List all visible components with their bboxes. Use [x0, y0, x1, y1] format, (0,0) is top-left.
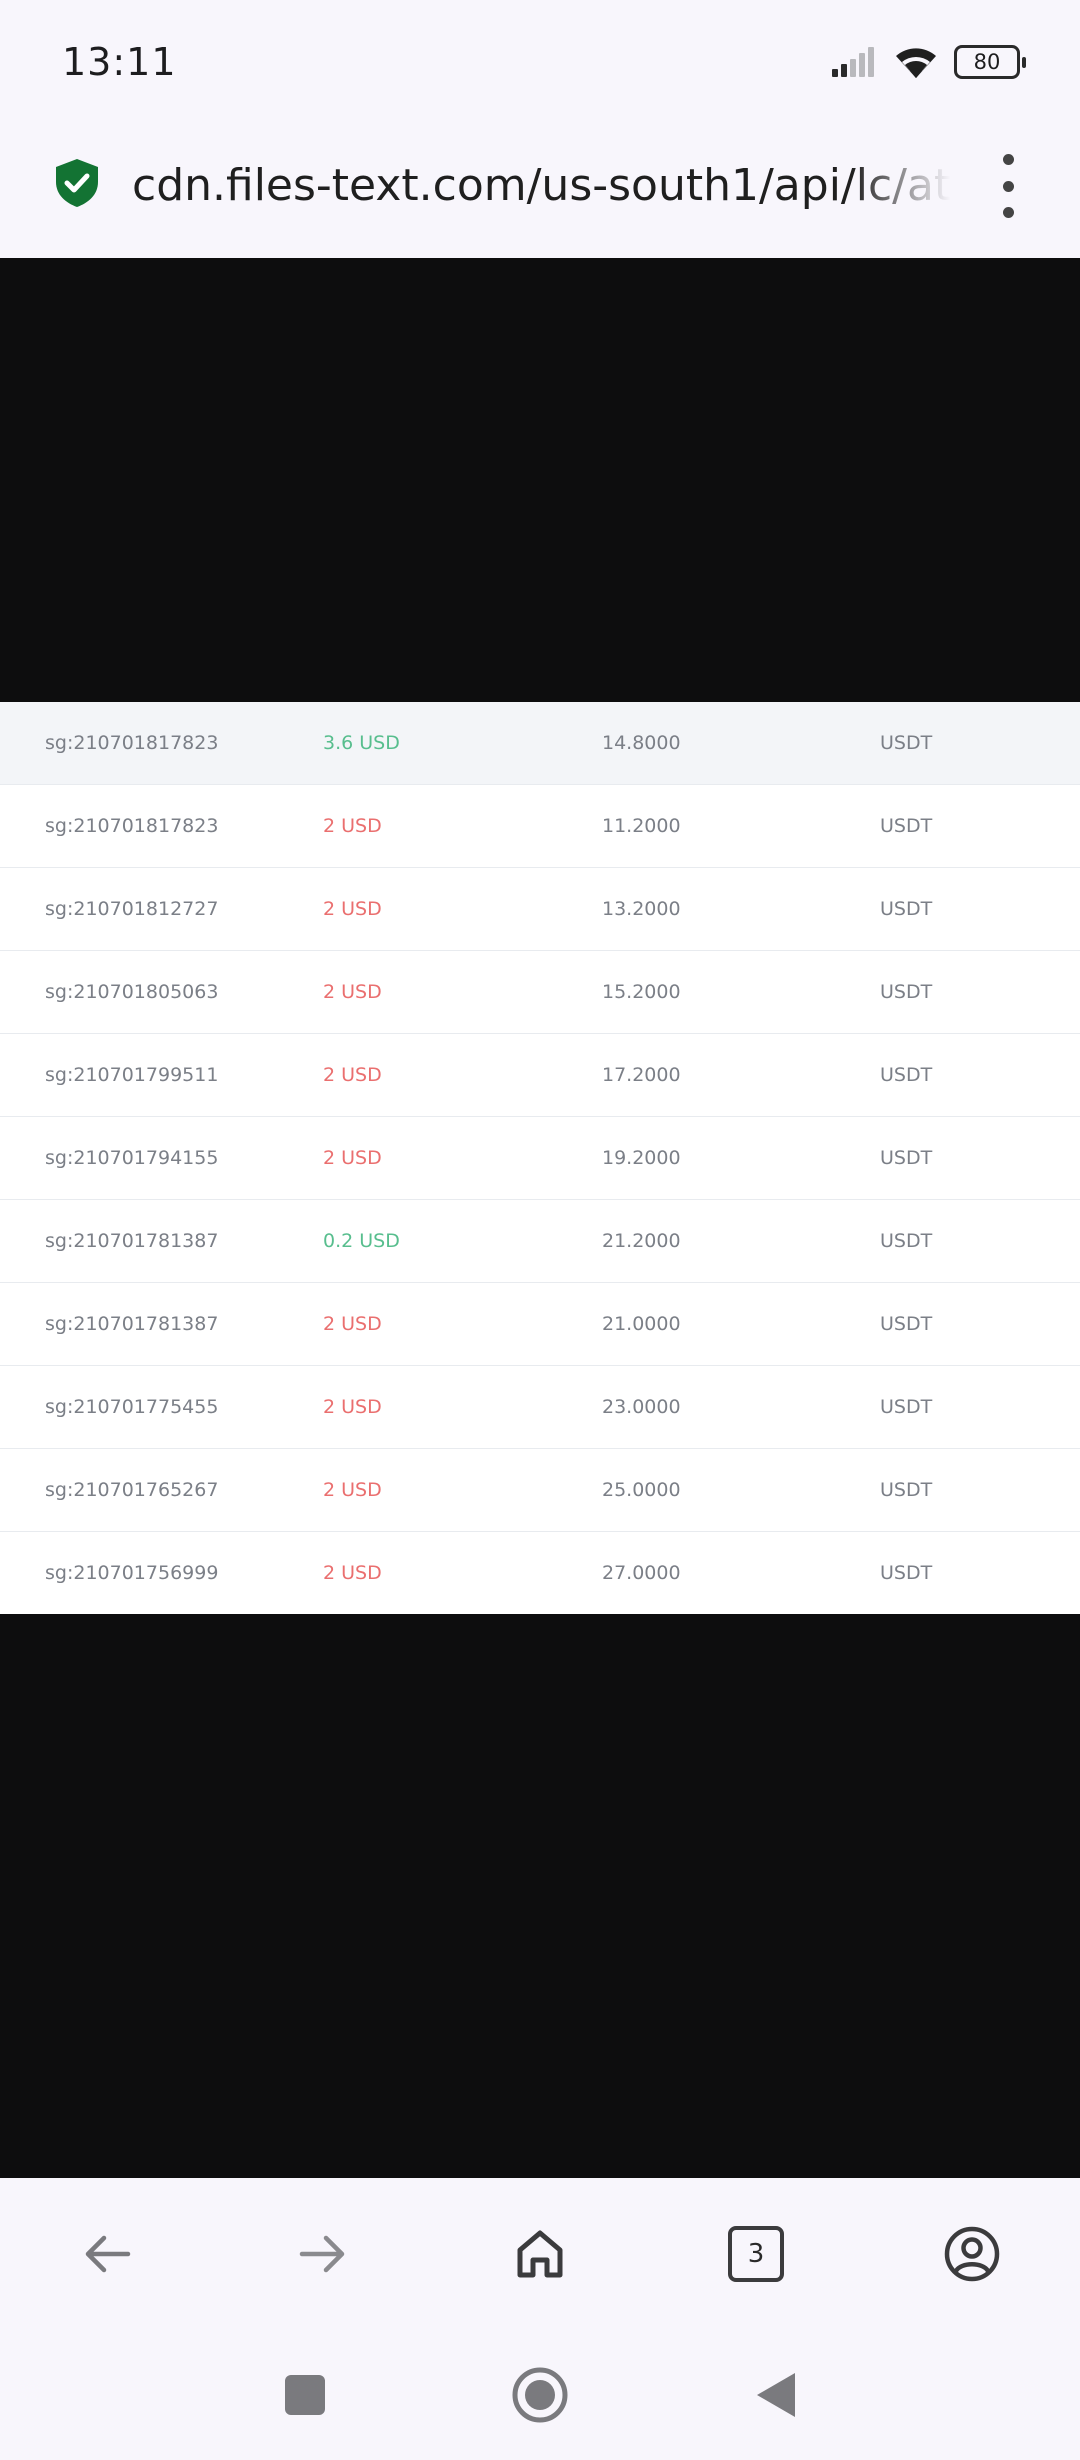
home-button[interactable]: [500, 2214, 580, 2294]
transaction-balance: 25.0000: [602, 1479, 681, 1501]
transaction-balance: 27.0000: [602, 1562, 681, 1584]
transaction-balance: 19.2000: [602, 1147, 681, 1169]
transaction-id: sg:210701781387: [45, 1230, 219, 1252]
table-row[interactable]: sg:210701799511 2 USD 17.2000 USDT: [0, 1034, 1080, 1117]
arrow-left-icon: [85, 2235, 131, 2273]
transaction-currency: USDT: [880, 1396, 933, 1418]
square-icon: [285, 2375, 325, 2415]
transaction-balance: 15.2000: [602, 981, 681, 1003]
signal-icon: [832, 47, 874, 77]
table-row[interactable]: sg:210701794155 2 USD 19.2000 USDT: [0, 1117, 1080, 1200]
table-row[interactable]: sg:210701756999 2 USD 27.0000 USDT: [0, 1532, 1080, 1614]
web-page-content: sg:210701817823 3.6 USD 14.8000 USDT sg:2107…: [0, 258, 1080, 2178]
wifi-icon: [896, 48, 936, 78]
transaction-amount: 2 USD: [323, 1313, 382, 1335]
transaction-amount: 2 USD: [323, 1562, 382, 1584]
battery-level: 80: [973, 50, 1001, 74]
table-row[interactable]: sg:210701765267 2 USD 25.0000 USDT: [0, 1449, 1080, 1532]
more-options-icon[interactable]: [996, 154, 1020, 218]
table-row[interactable]: sg:210701781387 0.2 USD 21.2000 USDT: [0, 1200, 1080, 1283]
arrow-right-icon: [299, 2235, 345, 2273]
account-icon: [944, 2226, 1000, 2282]
table-row[interactable]: sg:210701805063 2 USD 15.2000 USDT: [0, 951, 1080, 1034]
transaction-balance: 23.0000: [602, 1396, 681, 1418]
transaction-amount: 2 USD: [323, 981, 382, 1003]
account-button[interactable]: [932, 2214, 1012, 2294]
transaction-id: sg:210701794155: [45, 1147, 219, 1169]
transaction-currency: USDT: [880, 1313, 933, 1335]
transaction-id: sg:210701817823: [45, 732, 219, 754]
transaction-currency: USDT: [880, 981, 933, 1003]
transaction-amount: 3.6 USD: [323, 732, 400, 754]
transaction-balance: 21.2000: [602, 1230, 681, 1252]
transaction-currency: USDT: [880, 1064, 933, 1086]
transaction-id: sg:210701756999: [45, 1562, 219, 1584]
recents-button[interactable]: [270, 2360, 340, 2430]
circle-icon: [512, 2367, 568, 2423]
transaction-currency: USDT: [880, 1230, 933, 1252]
transaction-balance: 11.2000: [602, 815, 681, 837]
triangle-back-icon: [757, 2373, 795, 2417]
table-row[interactable]: sg:210701817823 2 USD 11.2000 USDT: [0, 785, 1080, 868]
transaction-currency: USDT: [880, 732, 933, 754]
browser-toolbar: 3: [0, 2178, 1080, 2330]
table-row[interactable]: sg:210701812727 2 USD 13.2000 USDT: [0, 868, 1080, 951]
transaction-amount: 2 USD: [323, 1064, 382, 1086]
status-time: 13:11: [62, 40, 177, 84]
system-navigation-bar: [0, 2330, 1080, 2460]
transaction-amount: 2 USD: [323, 815, 382, 837]
transaction-table: sg:210701817823 3.6 USD 14.8000 USDT sg:2107…: [0, 702, 1080, 1614]
transaction-id: sg:210701781387: [45, 1313, 219, 1335]
transaction-amount: 2 USD: [323, 898, 382, 920]
transaction-amount: 2 USD: [323, 1396, 382, 1418]
transaction-id: sg:210701765267: [45, 1479, 219, 1501]
transaction-currency: USDT: [880, 898, 933, 920]
status-icons: 80: [832, 42, 1026, 82]
menu-dot: [1002, 207, 1014, 218]
system-back-button[interactable]: [740, 2360, 810, 2430]
secure-shield-icon[interactable]: [54, 158, 100, 208]
menu-dot: [1002, 154, 1014, 165]
transaction-id: sg:210701812727: [45, 898, 219, 920]
transaction-currency: USDT: [880, 1147, 933, 1169]
transaction-amount: 0.2 USD: [323, 1230, 400, 1252]
back-button[interactable]: [67, 2214, 147, 2294]
system-home-button[interactable]: [505, 2360, 575, 2430]
table-row[interactable]: sg:210701775455 2 USD 23.0000 USDT: [0, 1366, 1080, 1449]
url-text[interactable]: cdn.files-text.com/us-south1/api/lc/att: [132, 156, 950, 216]
transaction-balance: 21.0000: [602, 1313, 681, 1335]
transaction-id: sg:210701805063: [45, 981, 219, 1003]
transaction-id: sg:210701817823: [45, 815, 219, 837]
forward-button[interactable]: [283, 2214, 363, 2294]
table-row[interactable]: sg:210701817823 3.6 USD 14.8000 USDT: [0, 702, 1080, 785]
table-row[interactable]: sg:210701781387 2 USD 21.0000 USDT: [0, 1283, 1080, 1366]
transaction-balance: 14.8000: [602, 732, 681, 754]
transaction-currency: USDT: [880, 1562, 933, 1584]
status-bar: 13:11 80: [0, 0, 1080, 130]
transaction-id: sg:210701799511: [45, 1064, 219, 1086]
transaction-id: sg:210701775455: [45, 1396, 219, 1418]
transaction-amount: 2 USD: [323, 1147, 382, 1169]
battery-icon: 80: [954, 45, 1026, 79]
url-bar: cdn.files-text.com/us-south1/api/lc/att: [0, 130, 1080, 258]
tabs-button[interactable]: 3: [716, 2214, 796, 2294]
transaction-balance: 13.2000: [602, 898, 681, 920]
transaction-balance: 17.2000: [602, 1064, 681, 1086]
transaction-amount: 2 USD: [323, 1479, 382, 1501]
tab-count: 3: [728, 2226, 784, 2282]
transaction-currency: USDT: [880, 1479, 933, 1501]
menu-dot: [1002, 180, 1014, 192]
home-icon: [517, 2230, 563, 2278]
transaction-currency: USDT: [880, 815, 933, 837]
